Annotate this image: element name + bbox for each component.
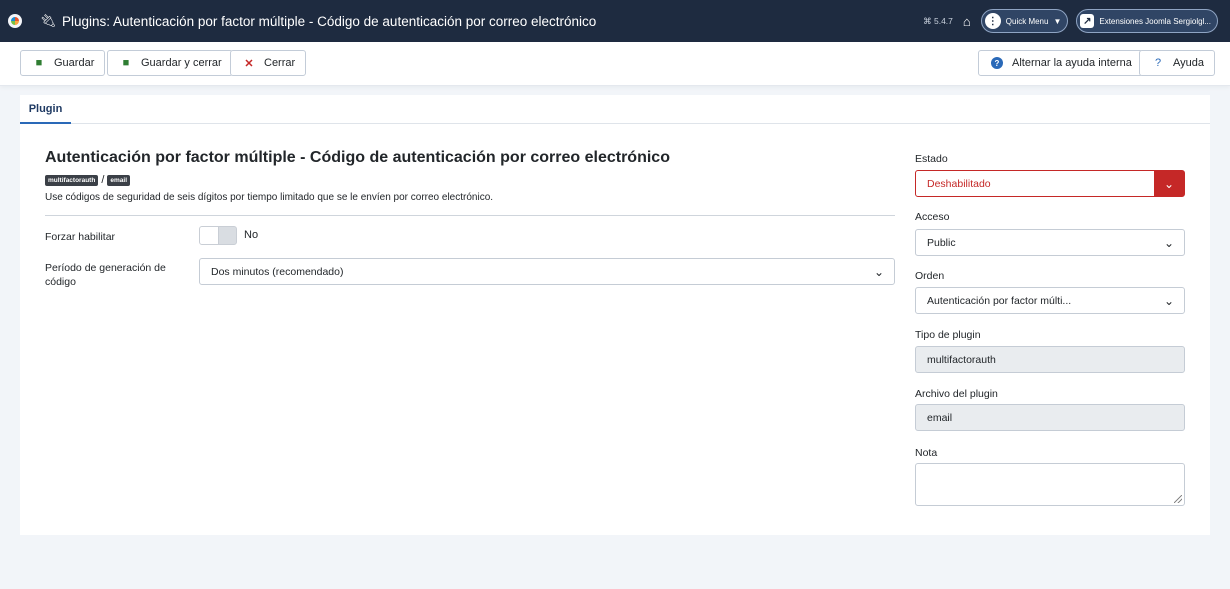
joomla-logo-icon — [8, 14, 22, 28]
toggle-knob — [200, 227, 219, 244]
help-circle-icon: ? — [991, 57, 1003, 69]
force-enable-toggle[interactable] — [199, 226, 237, 245]
chevron-down-icon: ⌄ — [1163, 293, 1175, 308]
access-select[interactable]: Public ⌄ — [915, 229, 1185, 256]
resize-grip-icon[interactable] — [1174, 495, 1182, 503]
note-textarea[interactable] — [915, 463, 1185, 506]
plugin-title: Autenticación por factor múltiple - Códi… — [45, 149, 670, 166]
plugin-file-label: Archivo del plugin — [915, 388, 998, 400]
tag-folder: multifactorauth — [45, 174, 99, 186]
force-enable-label: Forzar habilitar — [45, 231, 116, 243]
help-label: Ayuda — [1173, 57, 1204, 69]
divider — [45, 215, 895, 216]
more-vertical-icon: ⋮ — [984, 13, 1001, 29]
top-header: 🔌︎ Plugins: Autenticación por factor múl… — [0, 0, 1230, 42]
plugin-type-field: multifactorauth — [915, 346, 1185, 373]
plug-icon: 🔌︎ — [40, 13, 57, 28]
tag-element: email — [107, 174, 130, 186]
access-label: Acceso — [915, 211, 950, 223]
close-icon: ✕ — [244, 57, 254, 70]
save-label: Guardar — [54, 57, 95, 69]
status-label: Estado — [915, 153, 948, 165]
status-value: Deshabilitado — [927, 177, 991, 190]
force-enable-value: No — [244, 229, 259, 241]
toggle-help-label: Alternar la ayuda interna — [1012, 57, 1132, 69]
close-button[interactable]: ✕ Cerrar — [230, 50, 307, 76]
save-icon: ■ — [35, 57, 43, 69]
chevron-down-icon: ⌄ — [1163, 235, 1175, 250]
order-select[interactable]: Autenticación por factor múlti... ⌄ — [915, 287, 1185, 314]
quick-menu-button[interactable]: ⋮ Quick Menu ▼ — [980, 9, 1069, 33]
joomla-logo[interactable] — [0, 0, 30, 42]
save-button[interactable]: ■ Guardar — [20, 50, 106, 76]
site-link-button[interactable]: ↗ Extensiones Joomla Sergiolgl... — [1076, 9, 1218, 33]
status-select[interactable]: Deshabilitado ⌄ — [915, 170, 1185, 197]
question-icon: ? — [1154, 57, 1162, 69]
close-label: Cerrar — [264, 57, 296, 69]
plugin-type-label: Tipo de plugin — [915, 329, 981, 341]
plugin-file-field: email — [915, 404, 1185, 431]
tab-plugin[interactable]: Plugin — [20, 95, 71, 124]
toggle-help-button[interactable]: ? Alternar la ayuda interna — [978, 50, 1143, 76]
quick-menu-label: Quick Menu — [1005, 16, 1049, 26]
period-label: Período de generación de código — [45, 262, 166, 288]
save-close-label: Guardar y cerrar — [141, 57, 222, 69]
save-close-button[interactable]: ■ Guardar y cerrar — [107, 50, 233, 76]
plugin-tags: multifactorauth / email — [45, 174, 130, 186]
save-icon: ■ — [122, 57, 130, 69]
toolbar: ■ Guardar ■ Guardar y cerrar ✕ Cerrar ? … — [0, 42, 1230, 86]
page-title: Plugins: Autenticación por factor múltip… — [62, 13, 597, 29]
tag-separator: / — [101, 174, 105, 186]
plugin-file-value: email — [927, 411, 953, 424]
site-link-label: Extensiones Joomla Sergiolgl... — [1099, 16, 1211, 26]
plugin-type-value: multifactorauth — [927, 353, 996, 366]
help-button[interactable]: ? Ayuda — [1139, 50, 1215, 76]
home-icon[interactable]: ⌂ — [961, 14, 973, 29]
external-link-icon: ↗ — [1080, 14, 1095, 28]
note-label: Nota — [915, 447, 938, 459]
access-value: Public — [927, 236, 956, 249]
version-label: ⌘ 5.4.7 — [923, 15, 953, 26]
chevron-down-icon: ⌄ — [1154, 171, 1184, 196]
order-value: Autenticación por factor múlti... — [927, 294, 1072, 307]
order-label: Orden — [915, 270, 945, 282]
chevron-down-icon: ⌄ — [873, 264, 885, 279]
period-value: Dos minutos (recomendado) — [211, 265, 344, 278]
plugin-description: Use códigos de seguridad de seis dígitos… — [45, 192, 494, 203]
period-select[interactable]: Dos minutos (recomendado) ⌄ — [199, 258, 895, 285]
plugin-card: Plugin Autenticación por factor múltiple… — [20, 95, 1210, 535]
tab-bar: Plugin — [20, 95, 1210, 124]
chevron-down-icon: ▼ — [1053, 16, 1062, 26]
